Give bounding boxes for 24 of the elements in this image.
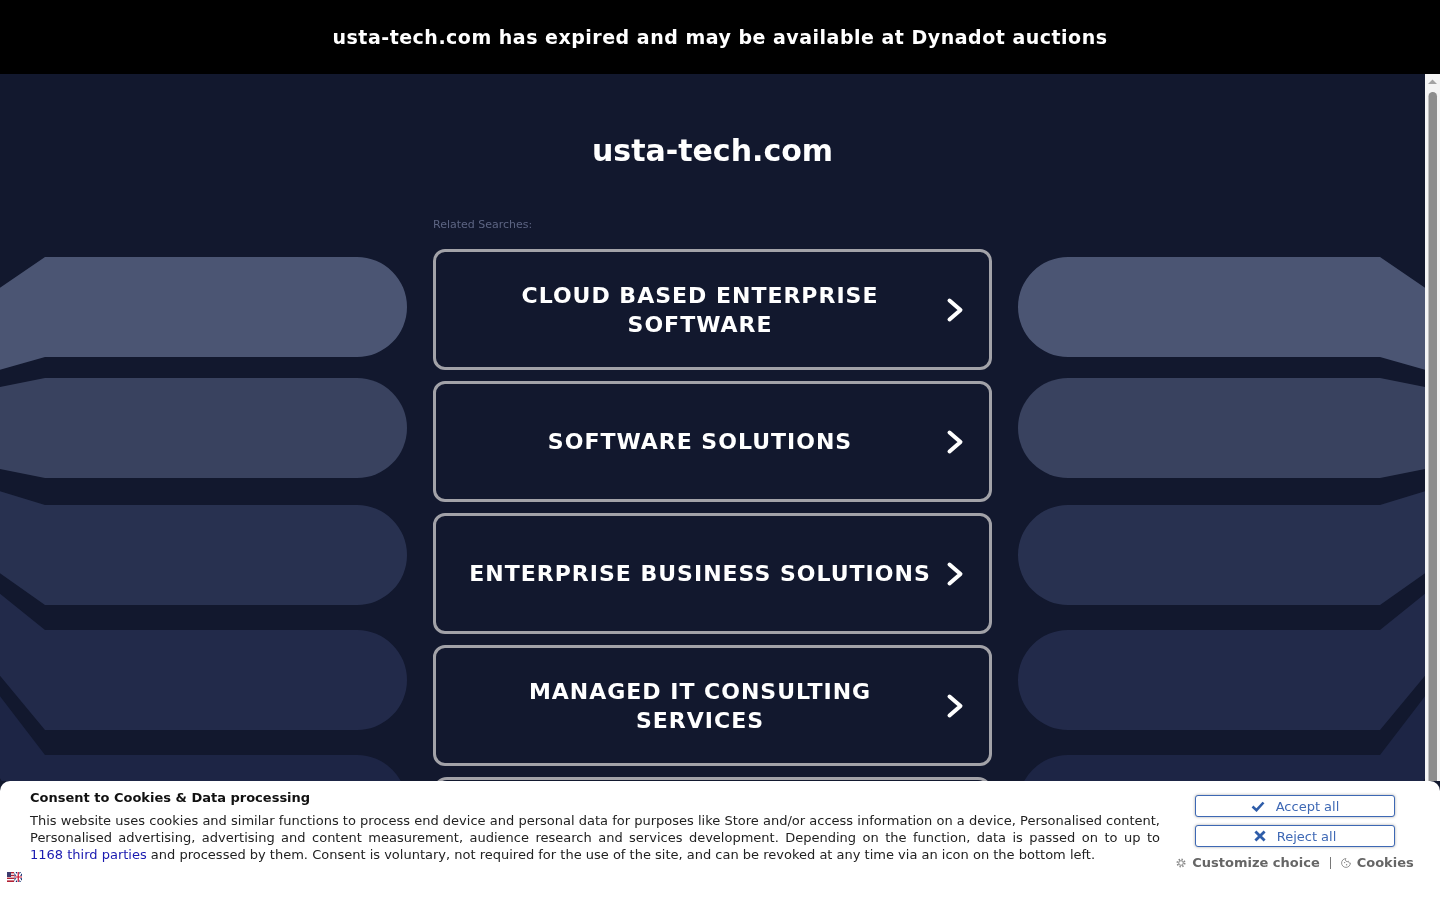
scrollbar[interactable] — [1425, 74, 1440, 781]
chevron-right-icon — [946, 560, 964, 587]
consent-title: Consent to Cookies & Data processing — [30, 789, 311, 806]
accept-all-button[interactable]: Accept all — [1195, 795, 1395, 817]
cookie-icon — [1340, 858, 1351, 868]
related-search-link[interactable]: MANAGED IT CONSULTING SERVICES — [433, 645, 992, 766]
cookies-link[interactable]: Cookies — [1340, 856, 1414, 870]
cross-icon — [1253, 830, 1266, 842]
related-search-link[interactable]: ENTERPRISE BUSINESS SOLUTIONS — [433, 513, 992, 634]
chevron-right-icon — [946, 692, 964, 719]
related-search-link[interactable]: CLOUD BASED ENTERPRISE SOFTWARE — [433, 249, 992, 370]
chevron-right-icon — [946, 428, 964, 455]
chevron-right-icon — [946, 296, 964, 323]
related-search-link[interactable]: SOFTWARE SOLUTIONS — [433, 381, 992, 502]
reject-all-button[interactable]: Reject all — [1195, 825, 1395, 847]
flag-icon[interactable] — [7, 872, 22, 882]
check-icon — [1250, 800, 1265, 812]
consent-text: This website uses cookies and similar functions to process end device and personal data for purposes like Store and/or access information on a device, Personalised content, Personalised advertising, advertising and content measurement, audience research and services development. Depending on the function, data is passed on to up to 1168 third parties and processed by them. Consent is voluntary, not required for the use of the site, and can be revoked at any time via an icon on the bottom left. — [30, 812, 1160, 863]
site-title: usta-tech.com — [591, 133, 834, 169]
gear-icon — [1176, 858, 1187, 868]
customize-choice-link[interactable]: Customize choice — [1176, 856, 1320, 870]
third-parties-link[interactable]: 1168 third parties — [30, 847, 147, 862]
related-searches-heading: Related Searches: — [433, 218, 533, 232]
expiry-message: usta-tech.com has expired and may be available at Dynadot auctions — [332, 25, 1108, 49]
